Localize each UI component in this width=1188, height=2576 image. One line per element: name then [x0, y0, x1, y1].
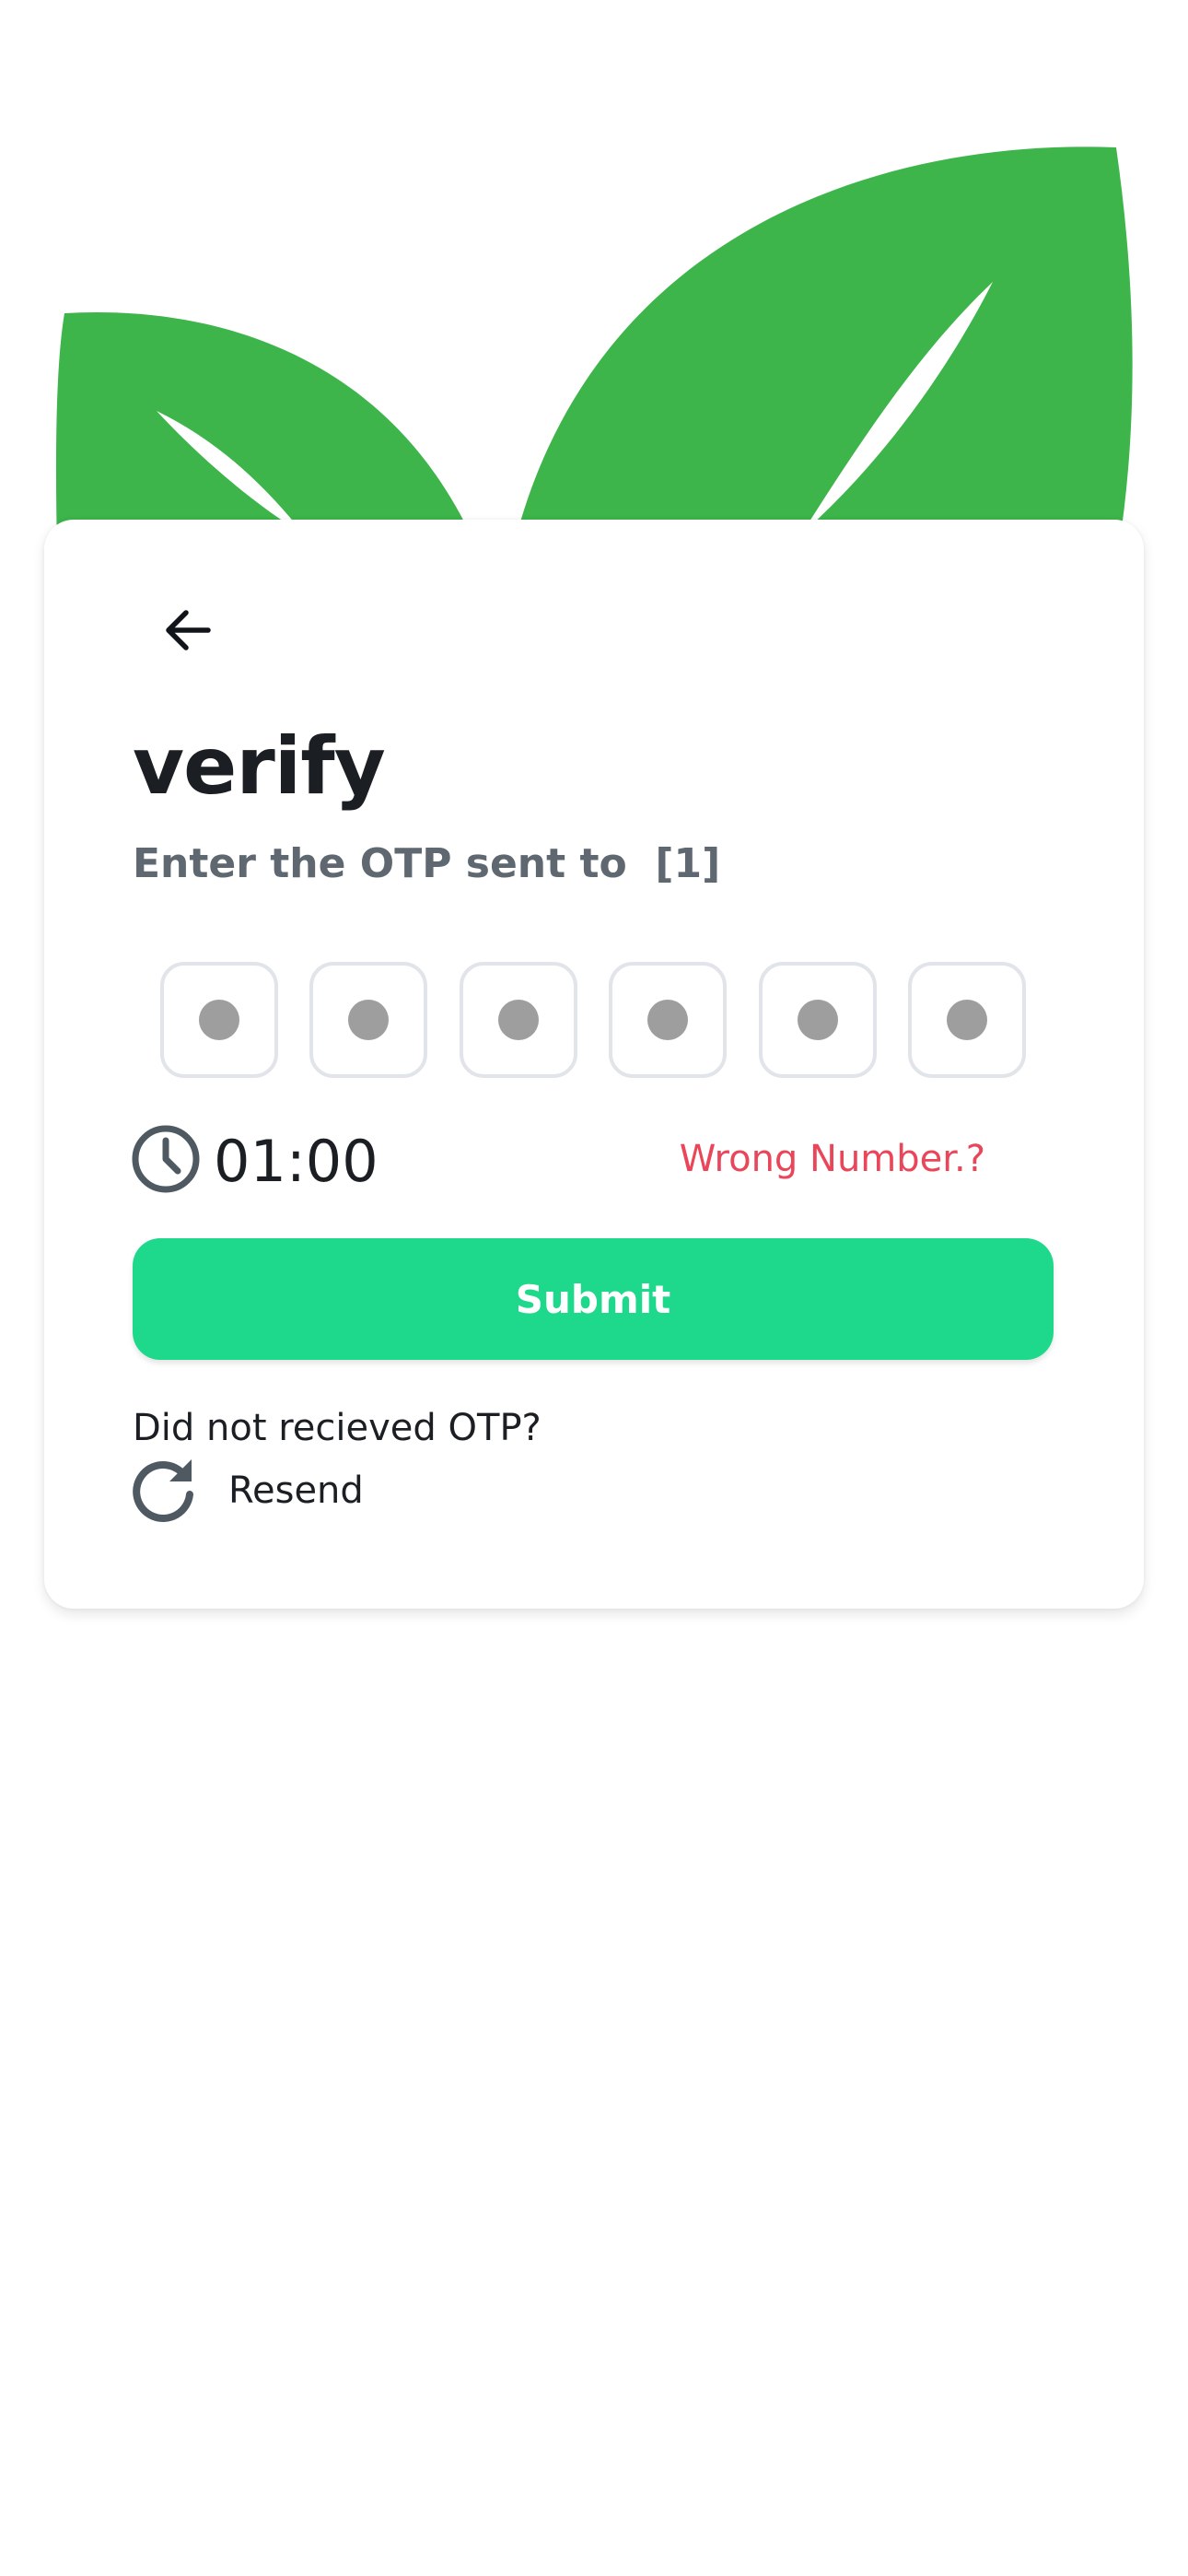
otp-input-group: [160, 962, 1026, 1082]
countdown-timer: 01:00: [131, 1124, 379, 1198]
otp-mask-dot: [647, 1000, 689, 1040]
resend-label: Resend: [228, 1469, 364, 1512]
right-leaf-icon: [512, 146, 1133, 553]
clock-icon: [131, 1124, 201, 1199]
not-received-text: Did not recieved OTP?: [133, 1407, 542, 1449]
page-title: verify: [133, 720, 386, 813]
submit-button[interactable]: Submit: [133, 1238, 1054, 1360]
arrow-left-icon: [162, 604, 214, 661]
verify-card: verify Enter the OTP sent to [1] 01:00 W…: [44, 520, 1144, 1609]
refresh-icon: [129, 1454, 199, 1528]
otp-digit-5[interactable]: [758, 962, 877, 1078]
otp-digit-6[interactable]: [907, 962, 1026, 1078]
otp-mask-dot: [946, 1000, 987, 1040]
wrong-number-link[interactable]: Wrong Number.?: [680, 1131, 985, 1187]
otp-digit-4[interactable]: [609, 962, 728, 1078]
otp-digit-3[interactable]: [459, 962, 577, 1078]
back-button[interactable]: [146, 590, 230, 674]
leaves-illustration: [55, 146, 1133, 553]
otp-digit-1[interactable]: [160, 962, 278, 1078]
resend-button[interactable]: Resend: [129, 1454, 364, 1528]
otp-mask-dot: [348, 1000, 390, 1040]
otp-mask-dot: [199, 1000, 239, 1040]
otp-mask-dot: [497, 1000, 539, 1040]
timer-value: 01:00: [214, 1127, 379, 1195]
otp-mask-dot: [797, 1000, 838, 1040]
left-leaf-icon: [55, 311, 479, 553]
otp-digit-2[interactable]: [309, 962, 428, 1078]
otp-sent-subtitle: Enter the OTP sent to [1]: [133, 840, 721, 887]
